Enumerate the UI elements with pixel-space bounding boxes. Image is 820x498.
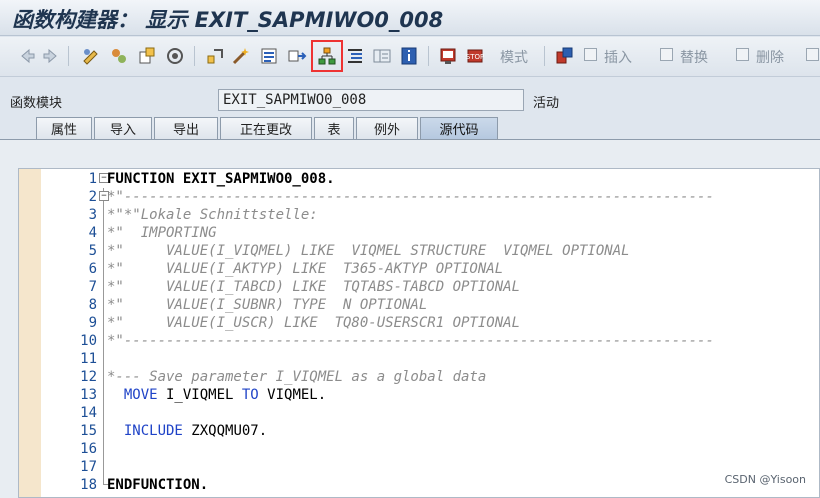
line-number: 3	[88, 207, 97, 223]
insert-button[interactable]: 插入	[604, 47, 632, 67]
code-text: *" IMPORTING	[107, 225, 217, 241]
code-line[interactable]: 3 *"*"Lokale Schnittstelle:	[19, 206, 819, 224]
tab-changing[interactable]: 正在更改	[220, 117, 312, 139]
code-text: *--- Save parameter I_VIQMEL as a global…	[107, 369, 487, 385]
toolbar-separator	[194, 46, 195, 66]
code-line[interactable]: 11	[19, 350, 819, 368]
delete-icon	[736, 48, 749, 61]
code-line[interactable]: 14	[19, 404, 819, 422]
code-text: *"*"Lokale Schnittstelle:	[107, 207, 318, 223]
code-line[interactable]: 8 *" VALUE(I_SUBNR) TYPE N OPTIONAL	[19, 296, 819, 314]
tab-source-code[interactable]: 源代码	[420, 117, 498, 139]
code-text: *" VALUE(I_TABCD) LIKE TQTABS-TABCD OPTI…	[107, 279, 521, 295]
function-module-label: 函数模块	[10, 96, 63, 111]
find-icon[interactable]	[438, 45, 460, 67]
code-text: MOVE I_VIQMEL TO VIQMEL.	[123, 387, 327, 403]
toolbar-separator	[68, 46, 69, 66]
delete-button[interactable]: 删除	[756, 47, 784, 67]
tab-tables[interactable]: 表	[314, 117, 354, 139]
line-number: 16	[80, 441, 97, 457]
line-number: 11	[80, 351, 97, 367]
code-line[interactable]: 6 *" VALUE(I_AKTYP) LIKE T365-AKTYP OPTIO…	[19, 260, 819, 278]
hierarchy-icon[interactable]	[311, 40, 343, 72]
code-text: *" VALUE(I_VIQMEL) LIKE VIQMEL STRUCTURE…	[107, 243, 630, 259]
code-line[interactable]: 2− *"------------------------------------…	[19, 188, 819, 206]
code-text: *"--------------------------------------…	[107, 333, 714, 349]
code-line[interactable]: 1− FUNCTION EXIT_SAPMIWO0_008.	[19, 170, 819, 188]
pretty-printer-icon[interactable]	[344, 45, 366, 67]
tab-exceptions[interactable]: 例外	[356, 117, 418, 139]
pattern-icon[interactable]	[371, 45, 393, 67]
tab-attributes[interactable]: 属性	[36, 117, 92, 139]
test-icon[interactable]	[230, 45, 252, 67]
tab-export[interactable]: 导出	[154, 117, 218, 139]
abap-source-editor[interactable]: 1− FUNCTION EXIT_SAPMIWO0_008. 2− *"-------…	[18, 168, 820, 498]
code-line[interactable]: 16	[19, 440, 819, 458]
code-text: INCLUDE ZXQQMU07.	[123, 423, 268, 439]
code-line[interactable]: 18 ENDFUNCTION.	[19, 476, 819, 494]
line-number: 1	[88, 171, 97, 187]
stop-icon[interactable]: STOP	[464, 45, 486, 67]
code-text: *" VALUE(I_AKTYP) LIKE T365-AKTYP OPTION…	[107, 261, 504, 277]
line-number: 6	[88, 261, 97, 277]
line-number: 5	[88, 243, 97, 259]
code-line[interactable]: 17	[19, 458, 819, 476]
replace-button[interactable]: 替换	[680, 47, 708, 67]
line-number: 9	[88, 315, 97, 331]
back-arrow-icon[interactable]	[16, 45, 38, 67]
line-number: 2	[88, 189, 97, 205]
code-line[interactable]: 7 *" VALUE(I_TABCD) LIKE TQTABS-TABCD OPT…	[19, 278, 819, 296]
code-line[interactable]: 12 *--- Save parameter I_VIQMEL as a glob…	[19, 368, 819, 386]
code-line[interactable]: 5 *" VALUE(I_VIQMEL) LIKE VIQMEL STRUCTUR…	[19, 242, 819, 260]
check-icon[interactable]	[164, 45, 186, 67]
toolbar-separator	[428, 46, 429, 66]
line-number: 7	[88, 279, 97, 295]
toolbar-separator	[544, 46, 545, 66]
line-number: 4	[88, 225, 97, 241]
code-line[interactable]: 15 INCLUDE ZXQQMU07.	[19, 422, 819, 440]
function-module-header: 函数模块 EXIT_SAPMIWO0_008 活动	[0, 78, 820, 118]
line-number: 14	[80, 405, 97, 421]
title-bar: 函数构建器： 显示 EXIT_SAPMIWO0_008	[0, 0, 820, 36]
activate-icon[interactable]	[136, 45, 158, 67]
line-number: 17	[80, 459, 97, 475]
mode-button[interactable]: 模式	[500, 47, 528, 67]
where-used-icon[interactable]	[204, 45, 226, 67]
insert-icon	[584, 48, 597, 61]
code-text: *"--------------------------------------…	[107, 189, 714, 205]
window-title: 函数构建器： 显示 EXIT_SAPMIWO0_008	[12, 8, 444, 32]
code-text: *" VALUE(I_USCR) LIKE TQ80-USERSCR1 OPTI…	[107, 315, 521, 331]
code-text: FUNCTION EXIT_SAPMIWO0_008.	[107, 171, 335, 187]
line-number: 8	[88, 297, 97, 313]
code-line[interactable]: 10 *"------------------------------------…	[19, 332, 819, 350]
line-number: 12	[80, 369, 97, 385]
line-number: 18	[80, 477, 97, 493]
block-select-icon[interactable]	[554, 45, 576, 67]
tab-import[interactable]: 导入	[94, 117, 152, 139]
svg-text:STOP: STOP	[466, 53, 484, 61]
line-number: 13	[80, 387, 97, 403]
watermark: CSDN @Yisoon	[724, 473, 806, 486]
info-icon[interactable]	[398, 45, 420, 67]
display-change-icon[interactable]	[80, 45, 102, 67]
line-number: 10	[80, 333, 97, 349]
other-object-icon[interactable]	[108, 45, 130, 67]
more-icon	[806, 48, 819, 61]
code-text: *" VALUE(I_SUBNR) TYPE N OPTIONAL	[107, 297, 428, 313]
function-module-field[interactable]: EXIT_SAPMIWO0_008	[218, 89, 524, 111]
code-line[interactable]: 9 *" VALUE(I_USCR) LIKE TQ80-USERSCR1 OPT…	[19, 314, 819, 332]
code-line[interactable]: 4 *" IMPORTING	[19, 224, 819, 242]
status-badge: 活动	[533, 96, 560, 111]
forward-arrow-icon[interactable]	[40, 45, 62, 67]
code-text: ENDFUNCTION.	[107, 477, 209, 493]
application-toolbar: STOP 模式 插入 替换 删除	[0, 37, 820, 77]
replace-icon	[660, 48, 673, 61]
code-line[interactable]: 13 MOVE I_VIQMEL TO VIQMEL.	[19, 386, 819, 404]
line-number: 15	[80, 423, 97, 439]
tab-strip: 属性 导入 导出 正在更改 表 例外 源代码	[0, 117, 820, 139]
display-object-list-icon[interactable]	[258, 45, 280, 67]
navigation-window-icon[interactable]	[286, 45, 308, 67]
